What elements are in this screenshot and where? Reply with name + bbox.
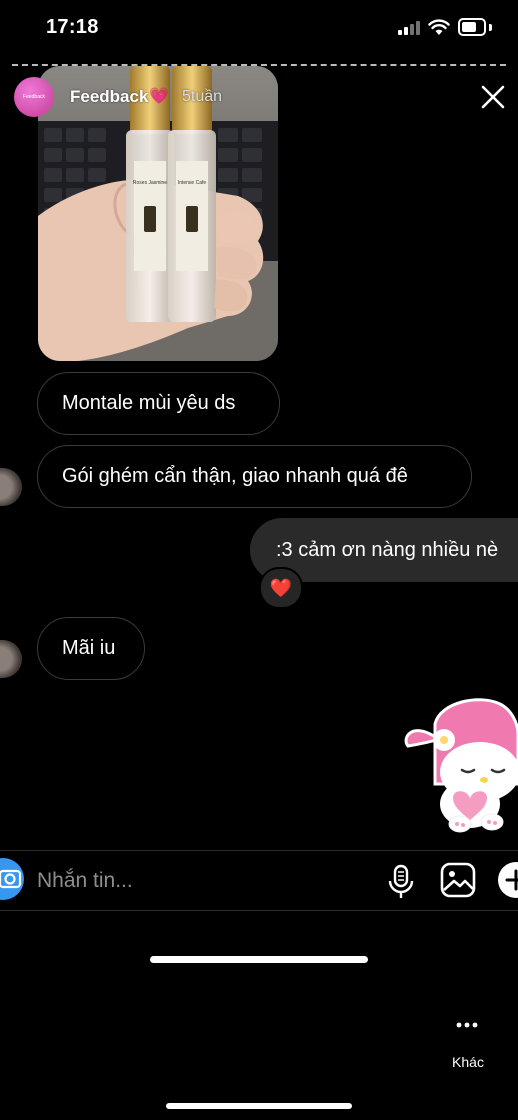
reaction-emoji: ❤️: [269, 577, 293, 598]
more-icon[interactable]: [452, 1020, 482, 1030]
composer-divider: [0, 910, 518, 911]
story-title[interactable]: Feedback: [70, 87, 148, 107]
story-age: 5tuần: [182, 88, 223, 105]
cellular-signal-icon: [398, 21, 420, 35]
message-text: :3 cảm ơn nàng nhiều nè: [276, 538, 499, 561]
microphone-icon[interactable]: [386, 864, 416, 900]
my-melody-sticker[interactable]: [400, 694, 518, 836]
message-input[interactable]: Nhắn tin...: [37, 866, 367, 896]
gallery-icon[interactable]: [440, 862, 476, 898]
close-icon[interactable]: [480, 84, 506, 110]
story-photo[interactable]: Roses Jasmine Intense Cafe: [38, 66, 278, 361]
story-avatar[interactable]: Feedback: [14, 77, 54, 117]
battery-tip: [489, 24, 492, 31]
home-indicator[interactable]: [166, 1103, 352, 1109]
message-bubble-incoming[interactable]: Gói ghém cẩn thận, giao nhanh quá đê: [37, 445, 472, 508]
home-indicator[interactable]: [150, 956, 368, 963]
message-text: Montale mùi yêu ds: [62, 392, 236, 414]
battery-icon: [458, 18, 486, 36]
message-bubble-incoming[interactable]: Mãi iu: [37, 617, 145, 680]
heart-emoji: 💗: [149, 88, 169, 105]
sender-avatar[interactable]: [0, 640, 22, 678]
message-bubble-incoming[interactable]: Montale mùi yêu ds: [37, 372, 280, 435]
avatar-text: Feedback: [23, 94, 45, 100]
composer-divider: [0, 850, 518, 851]
sender-avatar[interactable]: [0, 468, 22, 506]
heart-reaction-icon[interactable]: ❤️: [259, 567, 303, 609]
message-text: Gói ghém cẩn thận, giao nhanh quá đê: [62, 465, 408, 487]
status-time: 17:18: [46, 16, 99, 38]
message-text: Mãi iu: [62, 637, 116, 659]
camera-button[interactable]: [0, 858, 24, 900]
wifi-icon: [428, 19, 450, 35]
camera-icon: [0, 869, 22, 889]
add-button[interactable]: [498, 862, 518, 898]
plus-icon: [505, 869, 518, 891]
bottle-label-1: Roses Jasmine: [133, 180, 167, 186]
bottle-label-2: Intense Cafe: [178, 180, 207, 186]
more-label[interactable]: Khác: [440, 1054, 496, 1070]
perfume-photo-illustration: Roses Jasmine Intense Cafe: [38, 66, 278, 361]
